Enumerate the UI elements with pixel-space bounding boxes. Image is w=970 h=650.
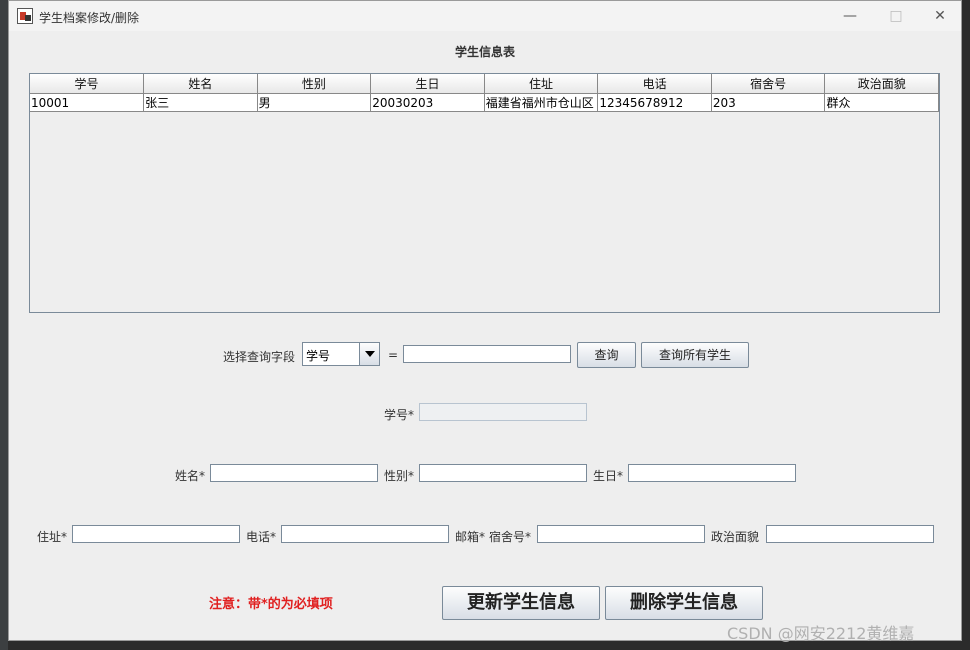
student-table[interactable]: 学号 姓名 性别 生日 住址 电话 宿舍号 政治面貌 10001 张三 男 20… — [29, 73, 940, 313]
table-row[interactable]: 10001 张三 男 20030203 福建省福州市仓山区 1234567891… — [30, 93, 939, 112]
query-value-input[interactable] — [403, 345, 571, 363]
query-field-value: 学号 — [306, 349, 331, 363]
column-header-political[interactable]: 政治面貌 — [824, 74, 939, 94]
app-window: 学生档案修改/删除 — □ ✕ 学生信息表 学号 姓名 性别 生日 住址 电话 … — [8, 0, 962, 641]
cell-dorm[interactable]: 203 — [711, 93, 826, 112]
dorm-field[interactable] — [537, 525, 705, 543]
required-note: 注意：带*的为必填项 — [209, 597, 333, 612]
column-header-address[interactable]: 住址 — [484, 74, 599, 94]
address-label: 住址* — [37, 530, 68, 544]
cell-address[interactable]: 福建省福州市仓山区 — [484, 93, 599, 112]
cell-gender[interactable]: 男 — [257, 93, 372, 112]
gender-field[interactable] — [419, 464, 587, 482]
java-app-icon — [17, 8, 33, 24]
cell-name[interactable]: 张三 — [143, 93, 258, 112]
table-header-row: 学号 姓名 性别 生日 住址 电话 宿舍号 政治面貌 — [30, 74, 939, 94]
political-field[interactable] — [766, 525, 934, 543]
minimize-icon[interactable]: — — [827, 1, 873, 31]
title-bar[interactable]: 学生档案修改/删除 — □ ✕ — [9, 1, 961, 31]
search-button[interactable]: 查询 — [577, 342, 636, 368]
political-label: 政治面貌 — [711, 530, 760, 544]
equals-sign: = — [388, 348, 399, 362]
email-label: 邮箱* — [455, 530, 486, 544]
update-student-button[interactable]: 更新学生信息 — [442, 586, 600, 620]
search-all-button[interactable]: 查询所有学生 — [641, 342, 749, 368]
background-editor-edge — [0, 0, 8, 650]
name-label: 姓名* — [175, 469, 206, 483]
id-field — [419, 403, 587, 421]
address-field[interactable] — [72, 525, 240, 543]
cell-political[interactable]: 群众 — [824, 93, 939, 112]
dorm-label: 宿舍号* — [489, 530, 532, 544]
id-label: 学号* — [384, 408, 415, 422]
column-header-name[interactable]: 姓名 — [143, 74, 258, 94]
name-field[interactable] — [210, 464, 378, 482]
window-title: 学生档案修改/删除 — [39, 11, 140, 25]
column-header-phone[interactable]: 电话 — [597, 74, 712, 94]
column-header-gender[interactable]: 性别 — [257, 74, 372, 94]
close-icon[interactable]: ✕ — [917, 1, 963, 31]
query-field-select[interactable]: 学号 — [302, 342, 380, 366]
table-caption: 学生信息表 — [455, 45, 516, 59]
birthday-label: 生日* — [593, 469, 624, 483]
phone-label: 电话* — [246, 530, 277, 544]
cell-id[interactable]: 10001 — [30, 93, 145, 112]
birthday-field[interactable] — [628, 464, 796, 482]
column-header-birthday[interactable]: 生日 — [370, 74, 485, 94]
delete-student-button[interactable]: 删除学生信息 — [605, 586, 763, 620]
cell-birthday[interactable]: 20030203 — [370, 93, 485, 112]
column-header-id[interactable]: 学号 — [30, 74, 145, 94]
csdn-watermark: CSDN @网安2212黄维嘉 — [727, 624, 915, 643]
column-header-dorm[interactable]: 宿舍号 — [711, 74, 826, 94]
background-editor-edge — [962, 0, 970, 650]
gender-label: 性别* — [384, 469, 415, 483]
cell-phone[interactable]: 12345678912 — [597, 93, 712, 112]
query-field-label: 选择查询字段 — [223, 350, 296, 364]
dropdown-arrow-icon[interactable] — [359, 343, 379, 365]
phone-field[interactable] — [281, 525, 449, 543]
maximize-icon[interactable]: □ — [873, 1, 919, 31]
